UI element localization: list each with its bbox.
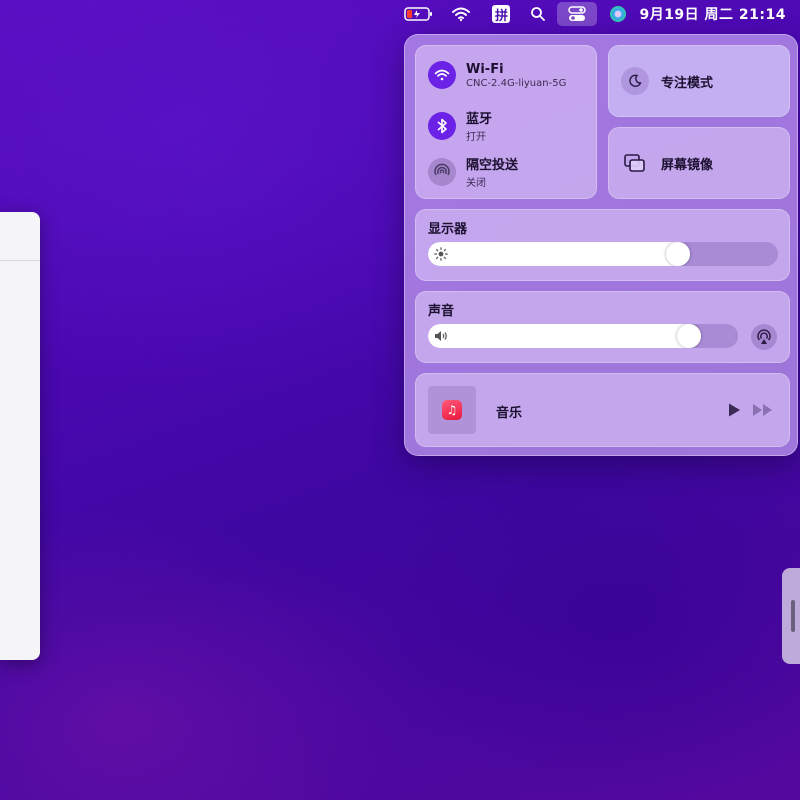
wifi-row[interactable]: Wi-Fi CNC-2.4G-liyuan-5G — [428, 61, 566, 89]
airdrop-status: 关闭 — [466, 178, 486, 189]
brightness-fill — [428, 242, 690, 266]
volume-fill — [428, 324, 701, 348]
drawer-grip — [791, 600, 795, 632]
screen-mirroring-tile[interactable]: 屏幕镜像 — [608, 127, 790, 199]
wifi-toggle-icon[interactable] — [428, 61, 456, 89]
control-center-panel: Wi-Fi CNC-2.4G-liyuan-5G 蓝牙 打开 隔空投送 关闭 专… — [404, 34, 798, 456]
wifi-title: Wi-Fi — [466, 61, 504, 77]
volume-knob[interactable] — [677, 324, 701, 348]
input-method-icon[interactable]: 拼 — [479, 0, 523, 28]
album-art[interactable]: ♫ — [428, 386, 476, 434]
music-app-icon: ♫ — [442, 400, 462, 420]
window-divider — [0, 260, 40, 261]
battery-icon[interactable] — [395, 0, 443, 28]
fast-forward-icon[interactable] — [752, 403, 774, 417]
now-playing-title: 音乐 — [496, 406, 523, 421]
volume-slider[interactable] — [428, 324, 738, 348]
screen-mirroring-label: 屏幕镜像 — [661, 157, 714, 173]
brightness-knob[interactable] — [666, 242, 690, 266]
airdrop-icon[interactable] — [428, 157, 456, 186]
menubar-clock[interactable]: 9月19日 周二 21:14 — [635, 4, 786, 24]
bluetooth-title: 蓝牙 — [466, 112, 493, 127]
bluetooth-icon[interactable] — [428, 111, 456, 140]
screen-mirror-icon — [621, 149, 649, 177]
display-tile: 显示器 — [415, 209, 790, 281]
bluetooth-status: 打开 — [466, 132, 486, 143]
menu-bar: 拼 9月19日 周二 21:14 — [0, 0, 800, 28]
airdrop-row[interactable]: 隔空投送 关闭 — [428, 154, 518, 189]
edge-drawer-handle[interactable] — [782, 568, 800, 664]
focus-mode-tile[interactable]: 专注模式 — [608, 45, 790, 117]
wifi-network-name: CNC-2.4G-liyuan-5G — [466, 77, 567, 89]
airdrop-title: 隔空投送 — [466, 158, 519, 173]
airplay-icon[interactable] — [751, 324, 777, 350]
search-icon[interactable] — [523, 0, 553, 28]
background-window[interactable] — [0, 212, 40, 660]
network-tile: Wi-Fi CNC-2.4G-liyuan-5G 蓝牙 打开 隔空投送 关闭 — [415, 45, 597, 199]
play-icon[interactable] — [726, 402, 742, 418]
sound-title: 声音 — [428, 304, 455, 319]
brightness-slider[interactable] — [428, 242, 778, 266]
input-method-badge: 拼 — [492, 5, 511, 24]
wifi-icon[interactable] — [443, 0, 479, 28]
control-center-icon[interactable] — [557, 2, 598, 26]
siri-icon[interactable] — [601, 0, 635, 28]
bluetooth-row[interactable]: 蓝牙 打开 — [428, 108, 492, 143]
display-title: 显示器 — [428, 222, 468, 237]
now-playing-tile: ♫ 音乐 — [415, 373, 790, 447]
focus-mode-label: 专注模式 — [661, 75, 714, 91]
sun-icon — [434, 247, 448, 261]
sound-tile: 声音 — [415, 291, 790, 363]
moon-icon — [621, 67, 649, 95]
speaker-icon — [435, 331, 447, 341]
